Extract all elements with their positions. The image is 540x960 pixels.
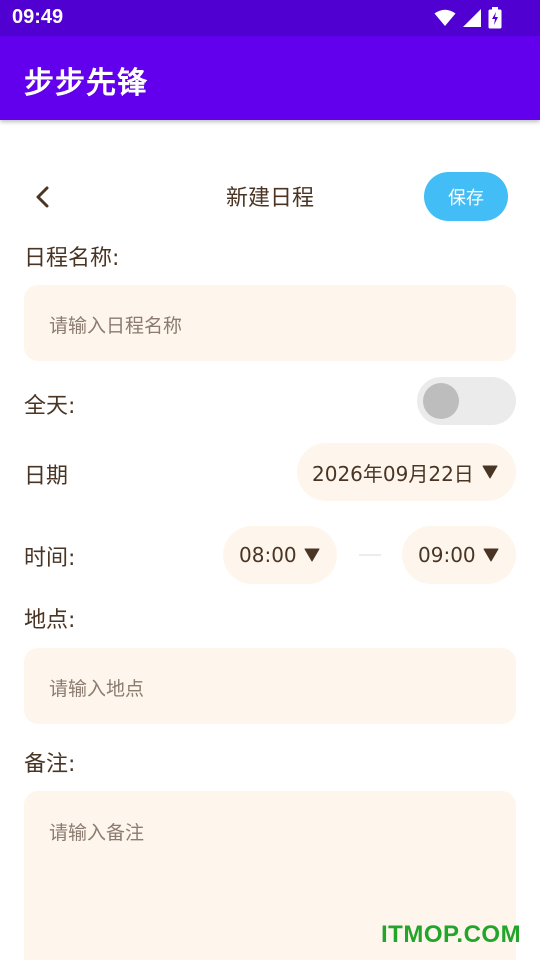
date-label: 日期 <box>24 464 69 489</box>
dropdown-arrow-icon <box>304 548 320 562</box>
date-value: 2026年09月22日 <box>312 461 474 486</box>
back-arrow-icon <box>36 186 49 208</box>
notes-placeholder: 请输入备注 <box>49 822 145 844</box>
start-time-value: 08:00 <box>239 543 297 567</box>
end-time-value: 09:00 <box>418 543 476 567</box>
all-day-label: 全天: <box>24 394 76 419</box>
all-day-switch[interactable] <box>417 377 516 425</box>
dropdown-arrow-icon <box>482 465 498 479</box>
back-button[interactable] <box>26 180 58 214</box>
signal-icon <box>463 9 481 27</box>
status-icons <box>434 7 502 29</box>
location-label: 地点: <box>24 608 76 633</box>
notes-label: 备注: <box>24 752 76 777</box>
end-time-select[interactable]: 09:00 <box>402 526 516 584</box>
time-label: 时间: <box>24 546 76 571</box>
status-bar: 09:49 <box>0 0 540 36</box>
switch-knob <box>423 383 459 419</box>
time-range-separator <box>359 554 381 556</box>
app-bar: 步步先锋 <box>0 36 540 120</box>
battery-charging-icon <box>488 7 502 29</box>
app-title: 步步先锋 <box>24 66 148 101</box>
dropdown-arrow-icon <box>483 548 499 562</box>
location-placeholder: 请输入地点 <box>49 678 145 700</box>
save-button[interactable]: 保存 <box>424 172 508 221</box>
date-select[interactable]: 2026年09月22日 <box>297 443 516 501</box>
watermark: ITMOP.COM <box>381 921 522 948</box>
start-time-select[interactable]: 08:00 <box>223 526 337 584</box>
wifi-icon <box>434 9 456 26</box>
schedule-name-input[interactable]: 请输入日程名称 <box>24 285 516 361</box>
schedule-name-label: 日程名称: <box>24 246 120 271</box>
schedule-name-placeholder: 请输入日程名称 <box>49 315 183 337</box>
status-time: 09:49 <box>12 6 64 28</box>
location-input[interactable]: 请输入地点 <box>24 648 516 724</box>
